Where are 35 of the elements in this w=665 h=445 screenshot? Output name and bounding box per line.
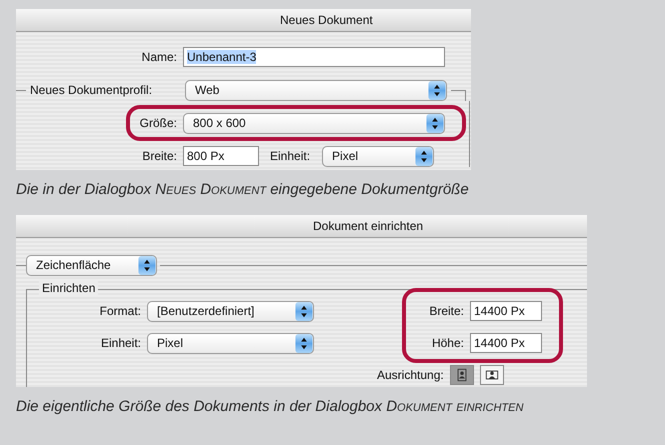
dropdown[interactable]: 800 x 600 xyxy=(183,112,445,134)
field-label: Höhe: xyxy=(430,336,465,350)
dropdown[interactable]: [Benutzerdefiniert] xyxy=(147,300,314,322)
input-field[interactable]: 800 Px xyxy=(183,146,259,166)
stepper-arrows-icon xyxy=(295,334,313,352)
window-title: Dokument einrichten xyxy=(313,219,424,233)
field-label: Einheit: xyxy=(100,336,142,350)
caption-text: Die eigentliche Größe des Dokuments in der Dialogbox Dokument einrichten xyxy=(16,398,524,415)
stepper-arrows-icon xyxy=(295,302,313,320)
window-title: Neues Dokument xyxy=(280,13,373,27)
input-field[interactable]: Unbenannt-3 xyxy=(183,47,445,67)
input-field[interactable]: 14400 Px xyxy=(470,301,542,321)
stepper-arrows-icon xyxy=(428,80,446,100)
stepper-arrows-icon xyxy=(415,146,434,166)
orientation-button[interactable] xyxy=(480,365,504,385)
dropdown[interactable]: Pixel xyxy=(322,146,434,166)
field-label: Breite: xyxy=(141,149,178,163)
person-page-icon xyxy=(454,368,469,382)
field-label: Ausrichtung: xyxy=(377,368,445,382)
field-label: Name: xyxy=(140,50,178,64)
dropdown[interactable]: Web xyxy=(185,80,447,100)
caption-text: Die in der Dialogbox Neues Dokument eingegebene Dokumentgröße xyxy=(16,181,470,198)
field-label: Größe: xyxy=(138,116,178,130)
stepper-arrows-icon xyxy=(426,114,444,132)
field-label: Neues Dokumentprofil: xyxy=(29,83,154,97)
dropdown[interactable]: Pixel xyxy=(147,332,314,354)
person-page-icon xyxy=(484,368,499,382)
group-label: Einrichten xyxy=(39,281,98,295)
field-label: Einheit: xyxy=(269,149,312,163)
input-field[interactable]: 14400 Px xyxy=(470,333,542,353)
orientation-button[interactable] xyxy=(450,365,474,385)
field-label: Format: xyxy=(98,304,142,318)
stepper-arrows-icon xyxy=(138,256,156,274)
field-label: Breite: xyxy=(428,304,465,318)
dropdown[interactable]: Zeichenfläche xyxy=(26,254,157,276)
